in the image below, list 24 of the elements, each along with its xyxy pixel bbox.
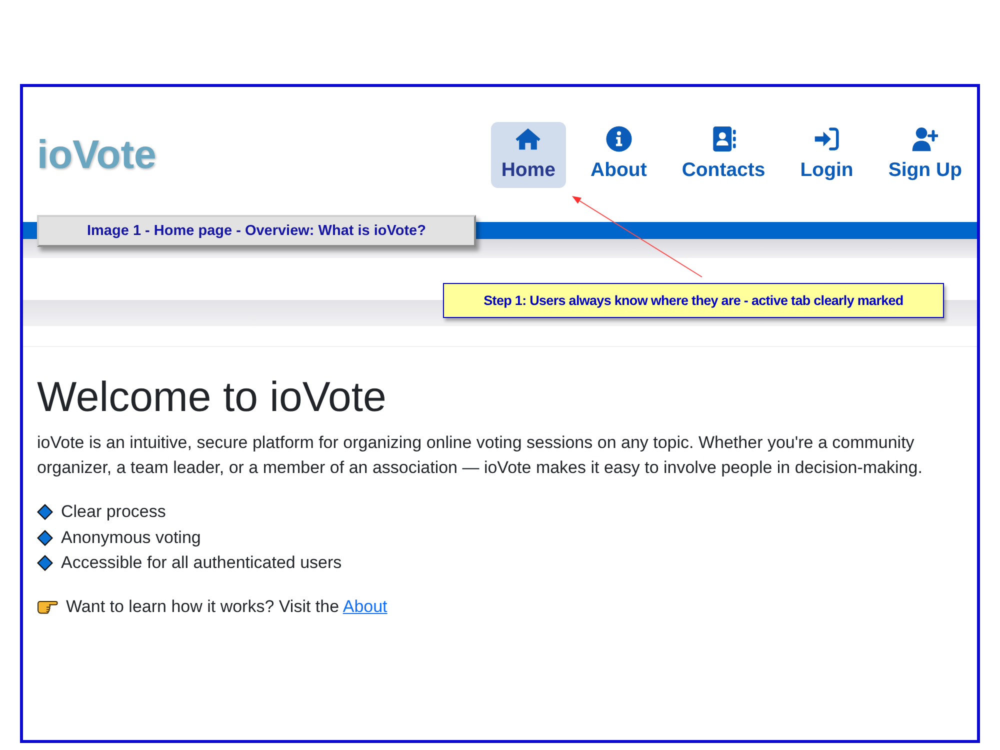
feature-item: Accessible for all authenticated users	[61, 552, 342, 574]
user-plus-icon	[912, 126, 938, 152]
house-icon	[515, 126, 542, 152]
logo: ioVote	[37, 133, 156, 178]
sign-in-icon	[814, 126, 840, 152]
nav-tab[interactable]: Contacts	[672, 122, 776, 188]
info-icon	[606, 126, 632, 152]
image-caption: Image 1 - Home page - Overview: What is ioVote?	[37, 215, 476, 247]
nav-tab[interactable]: Home	[491, 122, 566, 188]
diamond-icon	[37, 504, 53, 520]
step-callout: Step 1: Users always know where they are - active tab clearly marked	[443, 283, 944, 318]
diamond-icon	[37, 555, 53, 572]
pointing-hand-icon	[37, 598, 58, 614]
feature-item: Anonymous voting	[61, 526, 201, 549]
feature-item: Clear process	[61, 501, 166, 524]
nav-tab[interactable]: About	[580, 122, 657, 188]
diamond-icon	[37, 530, 53, 546]
nav-tab[interactable]: Login	[790, 122, 864, 188]
nav-tab[interactable]: Sign Up	[878, 122, 972, 188]
intro-paragraph: ioVote is an intuitive, secure platform for organizing online voting sessions on any topic. Whether you're a community organizer, a team leader, or a member of an association — ioVote makes it easy to involve people in decision-making.	[37, 432, 924, 480]
learn-more-text: Want to learn how it works? Visit the About	[66, 596, 388, 618]
about-link[interactable]: About	[342, 596, 388, 616]
contact-book-icon	[710, 126, 737, 152]
page-heading: Welcome to ioVote	[37, 372, 388, 422]
